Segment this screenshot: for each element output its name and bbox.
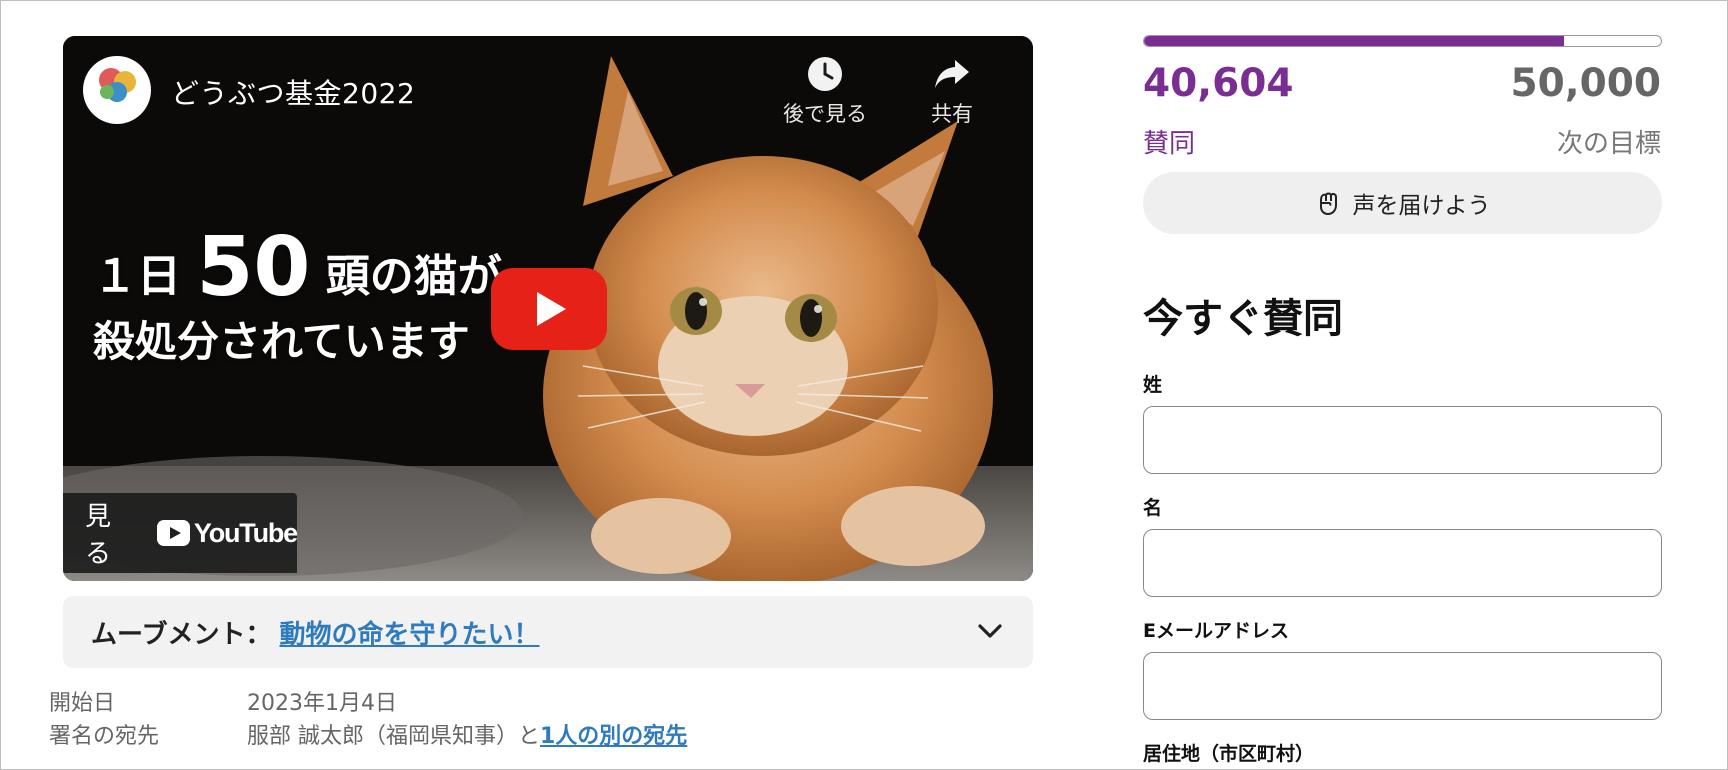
chevron-down-icon[interactable]: [977, 622, 1003, 640]
watch-later-label: 後で見る: [783, 102, 867, 126]
signature-count-label: 賛同: [1143, 129, 1196, 159]
share-label: 共有: [931, 102, 973, 126]
start-date-row: 開始日 2023年1月4日: [49, 685, 397, 717]
start-date-label: 開始日: [49, 691, 116, 716]
signature-progress-bar: [1143, 35, 1662, 47]
progress-fill: [1144, 36, 1564, 46]
movement-label: ムーブメント：: [91, 619, 272, 650]
watch-later-button[interactable]: 後で見る: [783, 56, 867, 128]
raise-voice-label: 声を届けよう: [1352, 193, 1491, 219]
overlay-line1-pre: １日: [93, 251, 181, 302]
last-name-label: 姓: [1143, 374, 1163, 396]
residence-label: 居住地（市区町村）: [1143, 743, 1315, 765]
youtube-wordmark: YouTube: [193, 517, 298, 548]
other-recipients-link[interactable]: 1人の別の宛先: [540, 724, 687, 749]
signature-goal: 50,000: [1510, 61, 1662, 106]
overlay-line2: 殺処分されています: [93, 317, 470, 366]
start-date-value: 2023年1月4日: [247, 691, 397, 716]
signature-goal-label: 次の目標: [1556, 129, 1661, 159]
channel-title[interactable]: どうぶつ基金2022: [171, 72, 415, 112]
watch-on-youtube-button[interactable]: 見る YouTube: [63, 493, 298, 573]
share-arrow-icon: [935, 60, 969, 88]
sign-now-heading: 今すぐ賛同: [1143, 296, 1343, 342]
overlay-line1-post: 頭の猫が: [325, 251, 502, 302]
email-label: Eメールアドレス: [1143, 620, 1289, 642]
movement-link[interactable]: 動物の命を守りたい！: [279, 614, 539, 651]
channel-logo[interactable]: [83, 56, 151, 124]
overlay-line1-number: 50: [196, 220, 311, 315]
play-button[interactable]: [491, 268, 607, 350]
email-field[interactable]: [1143, 652, 1662, 720]
last-name-field[interactable]: [1143, 406, 1662, 474]
recipient-row: 署名の宛先 服部 誠太郎（福岡県知事）と1人の別の宛先: [49, 718, 687, 750]
first-name-label: 名: [1143, 497, 1163, 519]
signature-count: 40,604: [1143, 61, 1294, 106]
share-button[interactable]: 共有: [931, 56, 973, 128]
recipient-label: 署名の宛先: [49, 724, 160, 749]
video-player[interactable]: どうぶつ基金2022 後で見る 共有 １日 50 頭の猫が 殺処分されています …: [63, 36, 1033, 581]
first-name-field[interactable]: [1143, 529, 1662, 597]
watch-label: 見る: [85, 502, 112, 569]
recipient-value: 服部 誠太郎（福岡県知事）と: [247, 724, 540, 749]
fist-icon: [1319, 192, 1337, 216]
youtube-logo-icon: [156, 520, 190, 546]
movement-bar[interactable]: ムーブメント： 動物の命を守りたい！: [63, 596, 1033, 668]
raise-voice-button[interactable]: 声を届けよう: [1143, 172, 1662, 234]
clock-icon: [808, 57, 842, 91]
video-overlay-caption: １日 50 頭の猫が 殺処分されています: [93, 227, 502, 370]
